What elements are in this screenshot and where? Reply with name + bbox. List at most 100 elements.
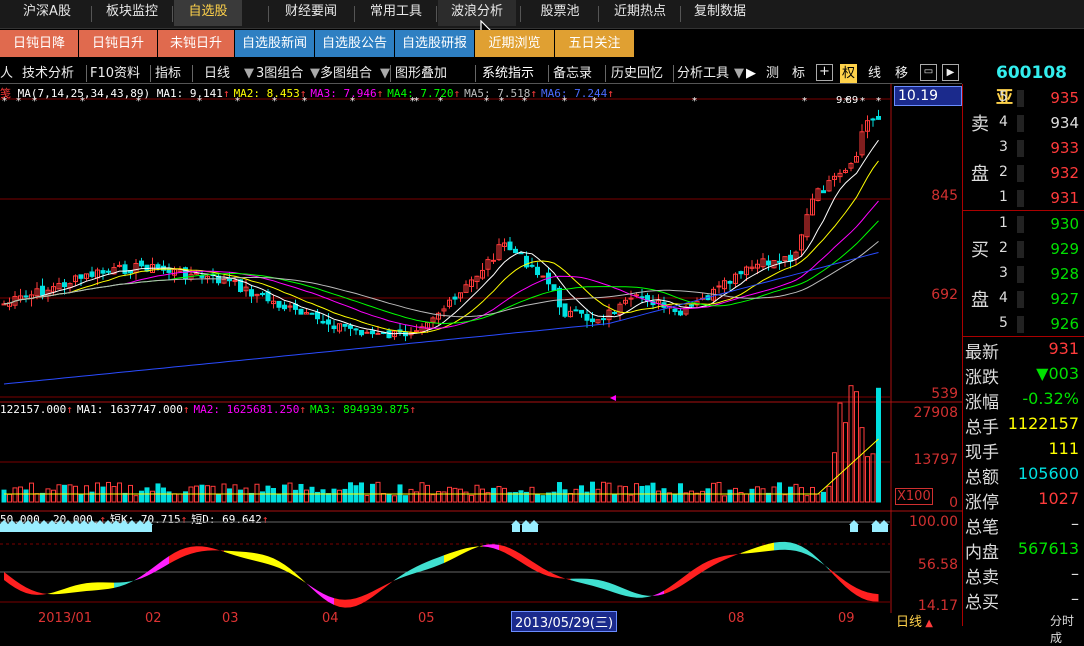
orderbook-row[interactable]: 4 934 xyxy=(963,111,1084,136)
toolbar-indicator[interactable]: 指标 xyxy=(155,64,181,83)
nav-copy-data[interactable]: 复制数据 xyxy=(684,0,756,26)
window-icon[interactable]: ▭ xyxy=(920,64,937,81)
orderbook-row[interactable]: 5 935 xyxy=(963,86,1084,111)
level-number: 4 xyxy=(999,114,1008,130)
toolbar-analysis-tools[interactable]: 分析工具 xyxy=(677,64,729,83)
subnav-item[interactable]: 五日关注 xyxy=(555,30,634,57)
dropdown-arrow-icon[interactable]: ▼ xyxy=(734,64,744,83)
volume-bar xyxy=(793,483,799,503)
kd-ribbon-segment xyxy=(405,569,411,577)
orderbook-row[interactable]: 2 929 xyxy=(963,237,1084,262)
candlestick xyxy=(282,304,287,310)
candlestick xyxy=(359,329,364,336)
volume-bar xyxy=(865,456,870,503)
toolbar-daily[interactable]: 日线 xyxy=(204,64,230,83)
kd-ribbon-segment xyxy=(169,552,175,564)
nav-hot-topics[interactable]: 近期热点 xyxy=(604,0,676,26)
stock-chart[interactable]: * * * * * * * * * * * * * * * * * * * * * * * xyxy=(0,84,962,613)
kd-ribbon-segment xyxy=(466,547,472,552)
nav-wave-analysis[interactable]: 波浪分析 xyxy=(438,0,516,26)
signal-house-icon xyxy=(48,525,56,532)
dropdown-arrow-icon[interactable]: ▼ xyxy=(244,64,254,83)
volume-axis-label: 27908 xyxy=(913,405,958,421)
nav-tools[interactable]: 常用工具 xyxy=(360,0,432,26)
kd-ribbon-segment xyxy=(807,549,813,558)
kd-ribbon-segment xyxy=(97,582,103,591)
kd-ribbon-segment xyxy=(499,544,505,553)
toolbar-rights[interactable]: 权 xyxy=(840,64,858,83)
date-label: 05 xyxy=(418,611,435,626)
toolbar-tech-analysis[interactable]: 技术分析 xyxy=(22,64,74,83)
toolbar-multi-combo[interactable]: 多图组合 xyxy=(320,64,372,83)
candlestick xyxy=(320,320,326,324)
dropdown-arrow-icon[interactable]: ▼ xyxy=(310,64,320,83)
dropdown-arrow-icon[interactable]: ▼ xyxy=(380,64,390,83)
subnav-item[interactable]: 日钝日升 xyxy=(79,30,157,57)
volume-bar xyxy=(452,487,458,503)
nav-sector-monitor[interactable]: 板块监控 xyxy=(96,0,168,26)
orderbook-row[interactable]: 4 927 xyxy=(963,287,1084,312)
toolbar-f10[interactable]: F10资料 xyxy=(90,64,140,83)
level-bar xyxy=(1017,140,1024,157)
toolbar-mark[interactable]: 标 xyxy=(792,64,805,83)
toolbar-memo[interactable]: 备忘录 xyxy=(553,64,592,83)
candlestick xyxy=(309,312,315,315)
toolbar-history[interactable]: 历史回忆 xyxy=(611,64,663,83)
volume-bar xyxy=(188,486,194,503)
signal-house-icon xyxy=(144,525,152,532)
toolbar-measure[interactable]: 测 xyxy=(766,64,779,83)
kd-ribbon-segment xyxy=(834,572,840,582)
kd-ribbon-segment xyxy=(141,572,147,579)
kd-ribbon-segment xyxy=(15,580,21,591)
kd-ribbon-segment xyxy=(136,575,142,581)
orderbook-row[interactable]: 1 930 xyxy=(963,212,1084,237)
orderbook-row[interactable]: 3 928 xyxy=(963,262,1084,287)
next-panel-icon[interactable]: ▶ xyxy=(942,64,959,81)
toolbar-item[interactable]: 人 xyxy=(0,64,13,83)
level-bar xyxy=(1017,291,1024,308)
toolbar-line[interactable]: 线 xyxy=(868,64,881,83)
level-bar xyxy=(1017,241,1024,258)
toolbar-system-signal[interactable]: 系统指示 xyxy=(482,64,534,83)
period-label[interactable]: 日线 ▲ xyxy=(896,611,933,630)
volume-bar xyxy=(106,481,111,503)
orderbook-row[interactable]: 3 933 xyxy=(963,136,1084,161)
subnav-item[interactable]: 日钝日降 xyxy=(0,30,78,57)
orderbook-row[interactable]: 1 931 xyxy=(963,186,1084,211)
play-icon[interactable]: ▶ xyxy=(746,64,756,83)
level-price: 926 xyxy=(1050,315,1079,333)
subnav-item[interactable]: 自选股公告 xyxy=(315,30,394,57)
toolbar-divider xyxy=(150,65,151,82)
nav-watchlist[interactable]: 自选股 xyxy=(174,0,242,26)
volume-bar xyxy=(815,493,821,503)
subnav-item[interactable]: 自选股新闻 xyxy=(235,30,314,57)
nav-finance-news[interactable]: 财经要闻 xyxy=(274,0,348,26)
nav-divider xyxy=(172,6,173,22)
candlestick xyxy=(540,275,546,278)
nav-stock-pool[interactable]: 股票池 xyxy=(528,0,592,26)
signal-house-icon xyxy=(522,525,530,532)
volume-multiplier[interactable]: X100 xyxy=(895,488,933,505)
orderbook-row[interactable]: 2 932 xyxy=(963,161,1084,186)
kd-ribbon-segment xyxy=(741,550,747,554)
toolbar-3-combo[interactable]: 3图组合 xyxy=(256,64,303,83)
level-number: 1 xyxy=(999,215,1008,231)
volume-bar xyxy=(342,488,348,503)
crosshair-icon[interactable]: + xyxy=(816,64,833,81)
volume-bar xyxy=(133,495,139,503)
signal-house-icon xyxy=(88,525,96,532)
kd-ribbon-segment xyxy=(306,583,312,589)
subnav-item[interactable]: 自选股研报 xyxy=(395,30,474,57)
volume-bar xyxy=(628,494,634,503)
signal-marker: * xyxy=(562,96,567,107)
subnav-item[interactable]: 未钝日升 xyxy=(158,30,234,57)
subnav-item[interactable]: 近期浏览 xyxy=(475,30,554,57)
nav-shsz-a[interactable]: 沪深A股 xyxy=(8,0,86,26)
orderbook-row[interactable]: 5 926 xyxy=(963,312,1084,337)
kd-ribbon-segment xyxy=(4,572,10,585)
kd-ribbon-segment xyxy=(713,557,719,566)
volume-bar xyxy=(29,482,34,503)
toolbar-overlay[interactable]: 图形叠加 xyxy=(395,64,447,83)
nav-divider xyxy=(598,6,599,22)
toolbar-move[interactable]: 移 xyxy=(895,64,908,83)
